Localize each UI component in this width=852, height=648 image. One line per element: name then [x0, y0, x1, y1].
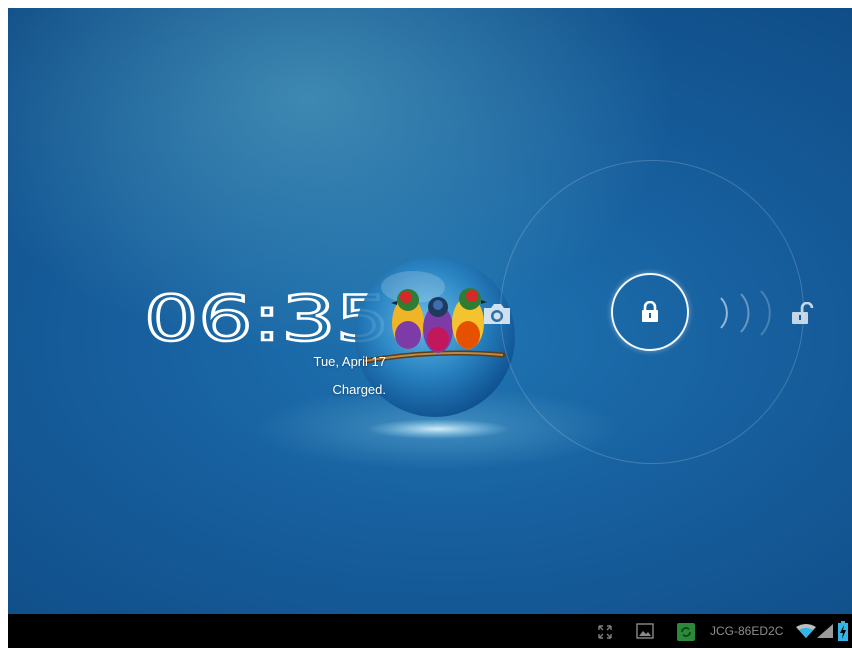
battery-status-text: Charged.	[332, 382, 386, 397]
lock-slider-handle[interactable]	[611, 273, 689, 351]
wallpaper-birds-orb	[355, 257, 515, 439]
swipe-hint-arcs	[720, 290, 771, 336]
sync-icon	[677, 623, 695, 641]
wifi-icon	[796, 624, 816, 638]
battery-charging-icon	[838, 621, 848, 641]
lock-icon	[642, 301, 658, 322]
system-bar: JCG-86ED2C	[8, 614, 852, 648]
gallery-icon[interactable]	[636, 623, 654, 639]
camera-icon[interactable]	[479, 296, 515, 332]
unlock-icon[interactable]	[790, 302, 814, 328]
expand-screen-icon[interactable]	[597, 624, 613, 640]
lockscreen: 06:35 Tue, April 17 Charged.	[8, 8, 852, 614]
lockscreen-date: Tue, April 17	[313, 354, 386, 369]
signal-icon	[817, 624, 833, 638]
wifi-network-name: JCG-86ED2C	[710, 624, 784, 638]
